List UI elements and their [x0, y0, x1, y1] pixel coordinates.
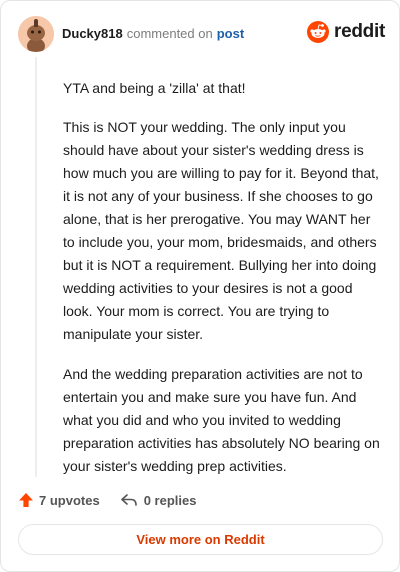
- reply-arrow-icon: [120, 494, 137, 506]
- comment-body: YTA and being a 'zilla' at that! This is…: [63, 77, 381, 494]
- author-name[interactable]: Ducky818: [62, 26, 123, 41]
- thread-line: [35, 57, 37, 477]
- upvote-button[interactable]: 7 upvotes: [18, 492, 100, 508]
- comment-paragraph-2: This is NOT your wedding. The only input…: [63, 119, 379, 342]
- reddit-wordmark: reddit: [334, 21, 385, 42]
- comment-embed-card: Ducky818 commented on post reddit YTA and …: [0, 0, 400, 572]
- comment-action-text: commented on: [126, 26, 213, 41]
- post-link[interactable]: post: [217, 26, 244, 41]
- reply-button[interactable]: 0 replies: [120, 492, 197, 508]
- comment-paragraph-1: YTA and being a 'zilla' at that!: [63, 80, 246, 96]
- reddit-logo[interactable]: reddit: [307, 21, 385, 43]
- upvote-arrow-icon: [19, 493, 33, 507]
- view-more-button[interactable]: View more on Reddit: [18, 524, 383, 555]
- comment-footer: 7 upvotes 0 replies: [18, 489, 196, 511]
- comment-meta: Ducky818 commented on post: [62, 26, 244, 42]
- comment-header: Ducky818 commented on post reddit: [18, 15, 385, 53]
- snoo-avatar-icon: [18, 16, 54, 52]
- comment-paragraph-3: And the wedding preparation activities a…: [63, 366, 380, 474]
- reddit-logo-icon: [307, 21, 330, 43]
- user-avatar[interactable]: [18, 16, 54, 52]
- reply-count: 0 replies: [143, 492, 197, 508]
- upvote-count: 7 upvotes: [39, 492, 100, 508]
